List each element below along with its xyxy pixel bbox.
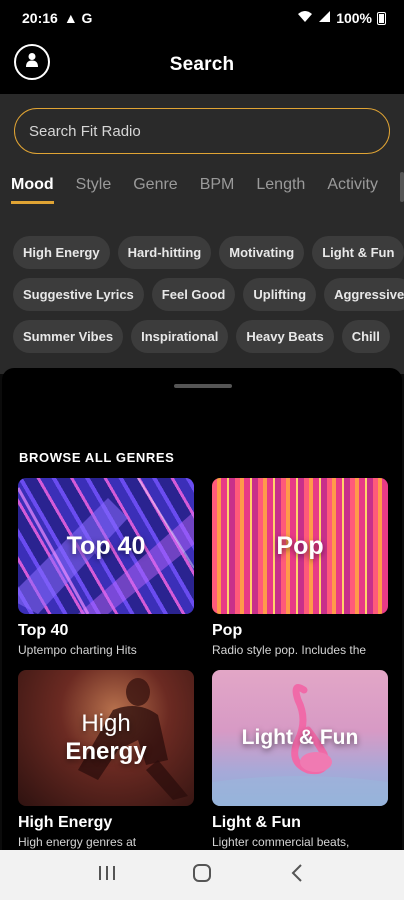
status-time: 20:16 xyxy=(22,10,58,26)
signal-icon xyxy=(318,10,331,26)
genre-description: High energy genres at xyxy=(18,835,137,849)
search-panel: Mood Style Genre BPM Length Activity Hig… xyxy=(0,94,404,374)
genre-description: Radio style pop. Includes the xyxy=(212,643,367,657)
status-bar: 20:16 ▲ G 100% xyxy=(0,0,404,36)
page-title: Search xyxy=(169,54,235,75)
chip-motivating[interactable]: Motivating xyxy=(219,236,305,269)
genre-thumbnail-label: Top 40 xyxy=(66,532,146,560)
mood-chips: High Energy Hard-hitting Motivating Ligh… xyxy=(13,236,404,362)
home-icon xyxy=(192,863,212,888)
genre-thumbnail: Pop xyxy=(212,478,388,614)
tab-style[interactable]: Style xyxy=(76,168,112,204)
genre-card-top-40[interactable]: Top 40 Top 40 Uptempo charting Hits xyxy=(18,478,194,657)
person-icon xyxy=(25,52,39,73)
genre-thumbnail-label: High Energy xyxy=(65,710,146,766)
genre-name: High Energy xyxy=(18,814,113,831)
genre-name: Light & Fun xyxy=(212,814,301,831)
thumb-label-line: Energy xyxy=(65,738,147,765)
chip-inspirational[interactable]: Inspirational xyxy=(131,320,229,353)
tabs-scrollbar xyxy=(400,172,404,202)
genre-card-high-energy[interactable]: High Energy High Energy High energy genr… xyxy=(18,670,194,849)
thumb-label-line: High xyxy=(81,710,131,737)
genre-description: Lighter commercial beats, xyxy=(212,835,350,849)
genre-thumbnail: High Energy xyxy=(18,670,194,806)
battery-percent: 100% xyxy=(336,10,372,26)
search-input[interactable] xyxy=(29,122,389,140)
chip-aggressive[interactable]: Aggressive xyxy=(324,278,404,311)
chip-row: High Energy Hard-hitting Motivating Ligh… xyxy=(13,236,404,269)
genre-description: Uptempo charting Hits xyxy=(18,643,137,657)
genre-card-pop[interactable]: Pop Pop Radio style pop. Includes the xyxy=(212,478,388,657)
chip-light-and-fun[interactable]: Light & Fun xyxy=(312,236,404,269)
filter-tabs: Mood Style Genre BPM Length Activity xyxy=(0,168,404,212)
battery-icon xyxy=(377,11,386,25)
tab-mood[interactable]: Mood xyxy=(11,168,54,204)
status-indicators: ▲ G xyxy=(63,10,93,26)
genres-sheet: BROWSE ALL GENRES Top 40 Top 40 Uptempo … xyxy=(2,368,402,850)
chip-high-energy[interactable]: High Energy xyxy=(13,236,110,269)
chip-hard-hitting[interactable]: Hard-hitting xyxy=(117,236,212,269)
genre-thumbnail-label: Light & Fun xyxy=(241,726,359,749)
genre-thumbnail: Top 40 xyxy=(18,478,194,614)
search-box[interactable] xyxy=(14,108,390,154)
genre-card-light-and-fun[interactable]: Light & Fun Light & Fun Lighter commerci… xyxy=(212,670,388,849)
chip-suggestive-lyrics[interactable]: Suggestive Lyrics xyxy=(13,278,144,311)
recents-icon xyxy=(97,865,117,886)
profile-button[interactable] xyxy=(14,44,50,80)
browse-title: BROWSE ALL GENRES xyxy=(19,450,175,465)
back-button[interactable] xyxy=(277,855,317,895)
chip-chill[interactable]: Chill xyxy=(341,320,390,353)
sheet-drag-handle[interactable] xyxy=(174,384,232,388)
app-header: Search xyxy=(0,36,404,94)
chip-summer-vibes[interactable]: Summer Vibes xyxy=(13,320,124,353)
chip-uplifting[interactable]: Uplifting xyxy=(243,278,317,311)
chip-row: Suggestive Lyrics Feel Good Uplifting Ag… xyxy=(13,278,404,311)
system-nav-bar xyxy=(0,850,404,900)
tab-genre[interactable]: Genre xyxy=(133,168,177,204)
chip-feel-good[interactable]: Feel Good xyxy=(151,278,236,311)
chip-heavy-beats[interactable]: Heavy Beats xyxy=(236,320,334,353)
chip-row: Summer Vibes Inspirational Heavy Beats C… xyxy=(13,320,404,353)
recents-button[interactable] xyxy=(87,855,127,895)
back-icon xyxy=(290,863,304,888)
wifi-icon xyxy=(297,10,313,26)
tab-activity[interactable]: Activity xyxy=(327,168,378,204)
genre-thumbnail-label: Pop xyxy=(276,532,324,560)
tab-length[interactable]: Length xyxy=(256,168,305,204)
genre-name: Pop xyxy=(212,622,243,639)
home-button[interactable] xyxy=(182,855,222,895)
genre-thumbnail: Light & Fun xyxy=(212,670,388,806)
genre-name: Top 40 xyxy=(18,622,69,639)
tab-bpm[interactable]: BPM xyxy=(200,168,235,204)
